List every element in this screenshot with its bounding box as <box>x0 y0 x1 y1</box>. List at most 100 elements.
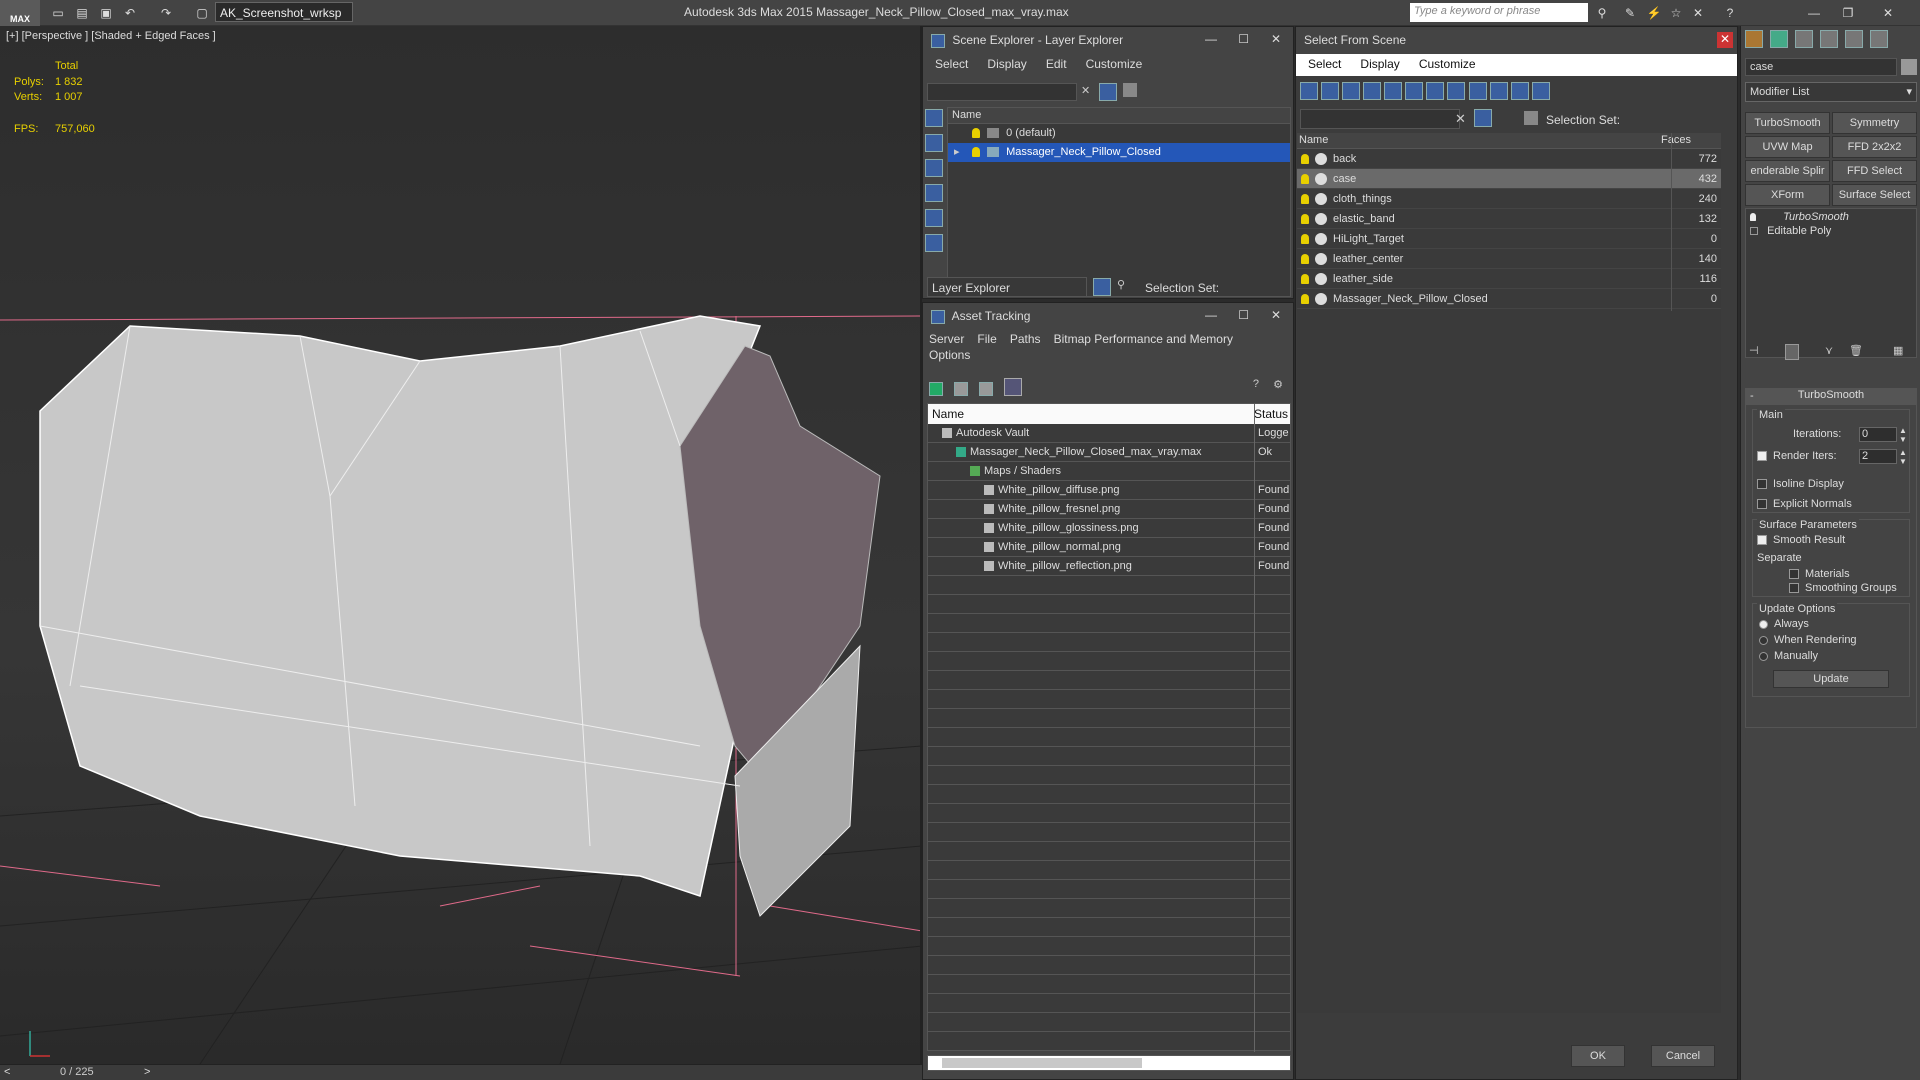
hierarchy-tab-icon[interactable] <box>1795 30 1814 48</box>
show-end-result-icon[interactable] <box>1785 344 1799 360</box>
display-lights-icon[interactable] <box>925 159 943 177</box>
clear-search-icon[interactable]: ✕ <box>1081 84 1090 97</box>
close-icon[interactable]: ✕ <box>1878 3 1898 23</box>
modify-tab-icon[interactable] <box>1770 30 1789 48</box>
bulb-icon[interactable] <box>1301 294 1309 305</box>
timeline-prev-icon[interactable]: < <box>4 1066 10 1078</box>
col-status[interactable]: Status <box>1254 407 1288 421</box>
object-row[interactable]: back 772 <box>1297 149 1721 169</box>
expand-arrow-icon[interactable]: ▸ <box>954 143 960 162</box>
exchange-icon[interactable]: ⚡ <box>1644 3 1664 23</box>
surface-select-button[interactable]: Surface Select <box>1832 184 1917 206</box>
ffd-2x2x2-button[interactable]: FFD 2x2x2 <box>1832 136 1917 158</box>
tools-icon[interactable]: ✎ <box>1620 3 1640 23</box>
bulb-icon[interactable] <box>1301 254 1309 265</box>
scrollbar-thumb[interactable] <box>942 1058 1142 1068</box>
isoline-display-checkbox[interactable]: Isoline Display <box>1757 478 1844 490</box>
app-logo[interactable]: MAX <box>0 0 40 26</box>
uvw-map-button[interactable]: UVW Map <box>1745 136 1830 158</box>
collapse-icon[interactable]: - <box>1750 390 1754 402</box>
filter-bones-icon[interactable] <box>1468 82 1487 100</box>
object-row[interactable]: case 432 <box>1297 169 1721 189</box>
xform-button[interactable]: XForm <box>1745 184 1830 206</box>
filter-cameras-icon[interactable] <box>1363 82 1382 100</box>
menu-display[interactable]: Display <box>1360 57 1399 71</box>
when-rendering-radio[interactable]: When Rendering <box>1759 634 1857 646</box>
stack-item-editable-poly[interactable]: Editable Poly <box>1746 225 1916 241</box>
make-unique-icon[interactable]: ⋎ <box>1825 344 1833 357</box>
rollout-header[interactable]: - TurboSmooth <box>1746 389 1916 405</box>
asset-tracking-titlebar[interactable]: Asset Tracking — ☐ ✕ <box>923 303 1293 330</box>
smoothing-groups-checkbox[interactable]: Smoothing Groups <box>1789 582 1897 594</box>
open-file-icon[interactable]: ▤ <box>72 3 92 23</box>
close-tools-icon[interactable]: ✕ <box>1688 3 1708 23</box>
minimize-icon[interactable]: — <box>1804 3 1824 23</box>
settings-icon[interactable]: ⚙ <box>1273 378 1283 391</box>
filter-shapes-icon[interactable] <box>1321 82 1340 100</box>
modifier-list-dropdown[interactable]: Modifier List ▾ <box>1745 82 1917 102</box>
maximize-icon[interactable]: ☐ <box>1238 308 1249 322</box>
create-tab-icon[interactable] <box>1745 30 1763 48</box>
explorer-mode-dropdown[interactable]: Layer Explorer <box>927 277 1087 297</box>
layer-options-icon[interactable] <box>1123 83 1137 97</box>
asset-row[interactable]: White_pillow_glossiness.png Found <box>928 519 1290 538</box>
menu-file[interactable]: File <box>977 332 996 346</box>
time-slider[interactable]: < 0 / 225 > <box>0 1064 922 1080</box>
menu-options[interactable]: Options <box>929 348 970 362</box>
renderable-spline-button[interactable]: enderable Splir <box>1745 160 1830 182</box>
layer-explorer-toggle-icon[interactable] <box>1093 278 1111 296</box>
materials-checkbox[interactable]: Materials <box>1789 568 1850 580</box>
timeline-next-icon[interactable]: > <box>144 1066 150 1078</box>
filter-spacewarps-icon[interactable] <box>1405 82 1424 100</box>
select-from-scene-titlebar[interactable]: Select From Scene ✕ <box>1296 27 1737 54</box>
restore-icon[interactable]: ❐ <box>1838 3 1858 23</box>
perspective-viewport[interactable]: [+] [Perspective ] [Shaded + Edged Faces… <box>0 26 922 1064</box>
layer-row[interactable]: ▸ Massager_Neck_Pillow_Closed <box>948 143 1290 162</box>
object-row[interactable]: elastic_band 132 <box>1297 209 1721 229</box>
bulb-icon[interactable] <box>1750 213 1756 222</box>
menu-customize[interactable]: Customize <box>1086 57 1143 71</box>
menu-select[interactable]: Select <box>935 57 968 71</box>
turbosmooth-button[interactable]: TurboSmooth <box>1745 112 1830 134</box>
object-row[interactable]: leather_center 140 <box>1297 249 1721 269</box>
expand-box-icon[interactable] <box>1750 227 1758 236</box>
always-radio[interactable]: Always <box>1759 618 1809 630</box>
help-icon[interactable]: ? <box>1253 378 1259 390</box>
maximize-icon[interactable]: ☐ <box>1238 32 1249 46</box>
close-icon[interactable]: ✕ <box>1717 32 1733 48</box>
bulb-icon[interactable] <box>1301 274 1309 285</box>
col-name[interactable]: Name <box>1299 134 1328 146</box>
filter-geometry-icon[interactable] <box>1300 82 1318 100</box>
object-row[interactable]: cloth_things 240 <box>1297 189 1721 209</box>
utilities-tab-icon[interactable] <box>1870 30 1889 48</box>
spinner-arrows-icon[interactable]: ▲ ▼ <box>1899 426 1907 444</box>
hierarchy-icon[interactable] <box>1524 111 1538 125</box>
display-helpers-icon[interactable] <box>925 209 943 227</box>
filter-helpers-icon[interactable] <box>1384 82 1403 100</box>
object-row[interactable]: HiLight_Target 0 <box>1297 229 1721 249</box>
minimize-icon[interactable]: — <box>1205 308 1217 322</box>
menu-select[interactable]: Select <box>1308 57 1341 71</box>
spinner-arrows-icon[interactable]: ▲ ▼ <box>1899 448 1907 466</box>
col-name[interactable]: Name <box>932 407 964 421</box>
asset-row[interactable]: Maps / Shaders <box>928 462 1290 481</box>
menu-paths[interactable]: Paths <box>1010 332 1041 346</box>
smooth-result-checkbox[interactable]: Smooth Result <box>1757 534 1845 546</box>
bulb-icon[interactable] <box>1301 174 1309 185</box>
ok-button[interactable]: OK <box>1571 1045 1625 1067</box>
asset-row[interactable]: White_pillow_normal.png Found <box>928 538 1290 557</box>
scene-explorer-search[interactable] <box>927 83 1077 101</box>
hierarchy-icon[interactable]: ⚲ <box>1117 278 1125 291</box>
render-iters-spinner[interactable]: 2 <box>1859 449 1897 464</box>
horizontal-scrollbar[interactable] <box>927 1055 1291 1071</box>
filter-groups-icon[interactable] <box>1426 82 1445 100</box>
object-row[interactable]: leather_side 116 <box>1297 269 1721 289</box>
list-view-icon[interactable] <box>954 382 969 396</box>
col-faces[interactable]: Faces <box>1661 134 1691 146</box>
display-cameras-icon[interactable] <box>925 184 943 202</box>
new-file-icon[interactable]: ▭ <box>48 3 68 23</box>
update-button[interactable]: Update <box>1773 670 1889 688</box>
render-iters-checkbox[interactable] <box>1757 450 1773 462</box>
filter-frozen-icon[interactable] <box>1510 82 1529 100</box>
project-folder-icon[interactable]: ▢ <box>192 3 212 23</box>
